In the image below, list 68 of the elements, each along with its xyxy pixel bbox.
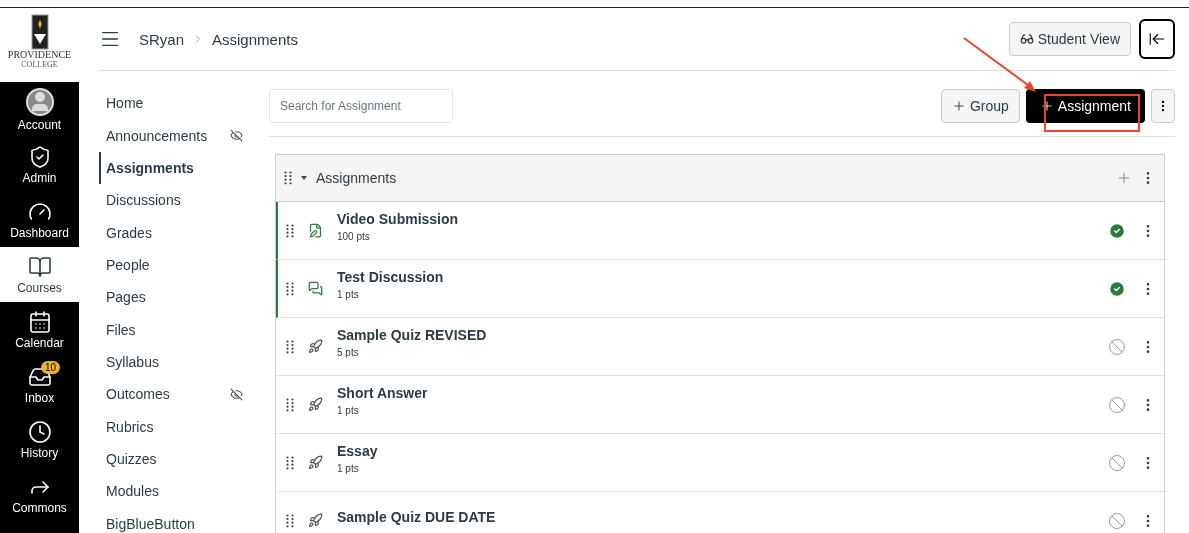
points-label: 1 pts: [337, 289, 360, 300]
points-label: 5 pts: [337, 347, 360, 358]
rocket-icon: [308, 339, 323, 354]
published-check-icon[interactable]: [1108, 221, 1126, 240]
unpublished-icon[interactable]: [1108, 337, 1126, 356]
course-nav-link[interactable]: People: [99, 248, 269, 282]
glasses-icon: [1019, 32, 1034, 46]
discussion-icon: [308, 281, 323, 296]
unpublished-icon[interactable]: [1108, 511, 1126, 530]
drag-handle-icon[interactable]: [286, 397, 294, 412]
assignment-title-link[interactable]: Sample Quiz REVISED: [337, 327, 1094, 343]
drag-handle-icon[interactable]: [286, 513, 294, 528]
course-nav-link[interactable]: Files: [99, 313, 269, 346]
course-nav-link[interactable]: Pages: [99, 281, 269, 314]
assignment-title-link[interactable]: Video Submission: [337, 211, 1094, 227]
course-nav-link[interactable]: Home: [99, 87, 269, 120]
assignment-title-link[interactable]: Test Discussion: [337, 269, 1094, 285]
rocket-icon: [308, 455, 323, 470]
hidden-eye-icon: [230, 387, 243, 401]
college-crest-logo: [30, 14, 49, 50]
course-nav-link[interactable]: Outcomes: [99, 378, 269, 411]
avatar-icon: [25, 87, 54, 116]
caret-icon[interactable]: [300, 174, 308, 182]
course-nav-link[interactable]: Announcements: [99, 119, 269, 152]
drag-handle-icon[interactable]: [286, 455, 294, 470]
search-field[interactable]: Search for Assignment: [269, 89, 453, 123]
points-label: 1 pts: [337, 463, 360, 474]
clock-icon: [27, 419, 52, 444]
hidden-eye-icon: [230, 129, 243, 143]
assignment-icon: [308, 223, 323, 238]
course-nav-link[interactable]: Grades: [99, 216, 269, 249]
points-label: 1 pts: [337, 405, 360, 416]
calendar-icon: [27, 309, 52, 334]
published-check-icon[interactable]: [1108, 279, 1126, 298]
add-group-button[interactable]: Group: [940, 89, 1020, 123]
book-icon: [27, 254, 52, 279]
course-nav-link[interactable]: Quizzes: [99, 442, 269, 476]
logo-subtitle: COLLEGE: [21, 60, 58, 69]
add-assignment-button[interactable]: Assignment: [1025, 89, 1145, 123]
course-nav-link[interactable]: Discussions: [99, 184, 269, 217]
rocket-icon: [308, 513, 323, 528]
breadcrumb-link[interactable]: Assignments: [212, 30, 298, 48]
course-nav-link[interactable]: Rubrics: [99, 410, 269, 443]
assignment-title-link[interactable]: Sample Quiz DUE DATE: [337, 508, 1094, 525]
assignment-title-link[interactable]: Short Answer: [337, 385, 1094, 401]
plus-icon: [951, 99, 966, 113]
drag-handle-icon[interactable]: [286, 223, 294, 238]
course-nav-link[interactable]: Syllabus: [99, 345, 269, 379]
assignment-title-link[interactable]: Essay: [337, 443, 1094, 459]
drag-handle-icon[interactable]: [286, 281, 294, 296]
drag-handle-icon[interactable]: [284, 171, 292, 185]
course-nav-link[interactable]: Assignments: [99, 151, 269, 185]
course-nav-link[interactable]: Modules: [99, 475, 269, 508]
breadcrumb-link[interactable]: SRyan: [139, 30, 185, 48]
points-label: 100 pts: [337, 231, 371, 242]
logo-name: PROVIDENCE: [7, 50, 72, 60]
unpublished-icon[interactable]: [1108, 453, 1126, 472]
rocket-icon: [308, 397, 323, 412]
collapse-button[interactable]: [1139, 19, 1175, 59]
drag-handle-icon[interactable]: [286, 339, 294, 354]
student-view-button[interactable]: Student View: [1008, 22, 1131, 56]
collapse-arrow-icon: [1148, 30, 1166, 48]
group-title: Assignments: [316, 170, 398, 186]
course-nav-link[interactable]: BigBlueButton: [99, 507, 269, 533]
plus-icon: [1039, 99, 1054, 113]
global-nav-item[interactable]: Courses: [0, 247, 79, 302]
unpublished-icon[interactable]: [1108, 395, 1126, 414]
unread-count-badge: 10: [41, 361, 61, 374]
